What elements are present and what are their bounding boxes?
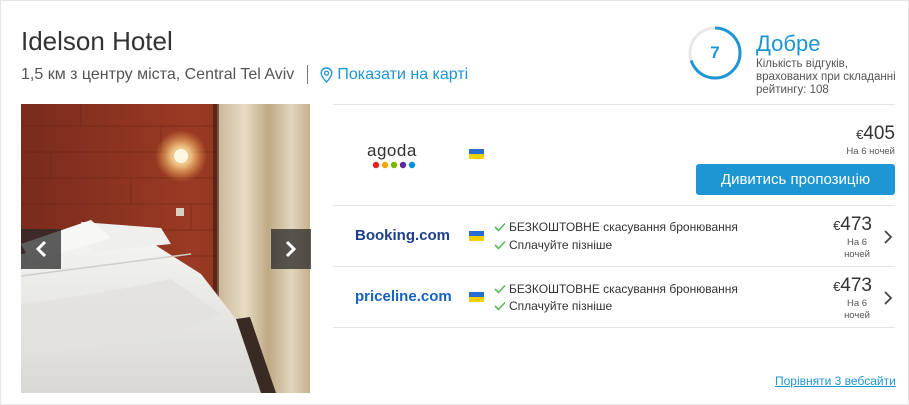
rating-label: Добре [756,31,821,56]
check-icon [494,240,506,250]
check-icon [494,301,506,311]
feature-text: Сплачуйте пізніше [509,238,613,252]
feature-text: Сплачуйте пізніше [509,299,613,313]
photo-prev-button[interactable] [21,229,61,269]
agoda-price: €405 [840,123,895,145]
compare-websites-link[interactable]: Порівняти 3 вебсайти [775,374,896,388]
check-icon [494,284,506,294]
hotel-room-image [21,104,310,393]
divider [333,266,895,267]
ukraine-flag-icon [469,149,484,159]
price-value: 473 [840,214,872,235]
pay-later-feature: Сплачуйте пізніше [494,299,612,313]
agoda-logo-text: agoda [367,141,417,160]
reviews-count-text: Кількість відгуків, врахованих при склад… [756,58,896,96]
distance-text: 1,5 км з центру міста, Central Tel Aviv [21,65,295,83]
chevron-right-icon[interactable] [883,290,893,306]
chevron-left-icon [35,240,47,258]
free-cancellation-feature: БЕЗКОШТОВНЕ скасування бронювання [494,220,738,234]
booking-logo[interactable]: Booking.com [355,227,450,244]
show-on-map-link[interactable]: Показати на карті [320,66,468,84]
priceline-logo[interactable]: priceline.com [355,288,452,305]
booking-price: €473 [826,214,872,236]
chevron-right-icon [285,240,297,258]
feature-text: БЕЗКОШТОВНЕ скасування бронювання [509,282,738,296]
price-value: 473 [840,275,872,296]
hotel-photo[interactable] [21,104,310,393]
priceline-logo-text: priceline.com [355,288,452,305]
divider [333,205,895,206]
booking-nights: На 6 ночей [840,237,874,261]
price-value: 405 [863,123,895,144]
nights-line: ночей [844,310,870,321]
divider [307,65,309,84]
check-icon [494,222,506,232]
nights-line: На 6 [846,237,868,248]
map-pin-icon [320,66,333,83]
ukraine-flag-icon [469,231,484,241]
hotel-name[interactable]: Idelson Hotel [21,26,173,57]
pay-later-feature: Сплачуйте пізніше [494,238,612,252]
agoda-logo[interactable]: agoda [367,142,422,169]
agoda-nights: На 6 ночей [846,146,895,157]
divider [333,104,895,105]
free-cancellation-feature: БЕЗКОШТОВНЕ скасування бронювання [494,282,738,296]
nights-line: ночей [844,249,870,260]
agoda-dots [372,161,416,169]
priceline-nights: На 6 ночей [840,298,874,322]
rating-score: 7 [710,43,720,62]
chevron-right-icon[interactable] [883,229,893,245]
priceline-price: €473 [826,275,872,297]
map-link-label: Показати на карті [337,65,469,83]
rating-badge[interactable]: 7 [688,26,752,90]
divider [333,327,895,328]
ukraine-flag-icon [469,292,484,302]
view-offer-button[interactable]: Дивитись пропозицію [696,164,895,195]
photo-next-button[interactable] [271,229,311,269]
feature-text: БЕЗКОШТОВНЕ скасування бронювання [509,220,738,234]
nights-line: На 6 [846,298,868,309]
hotel-location: 1,5 км з центру міста, Central Tel Aviv … [21,65,468,84]
